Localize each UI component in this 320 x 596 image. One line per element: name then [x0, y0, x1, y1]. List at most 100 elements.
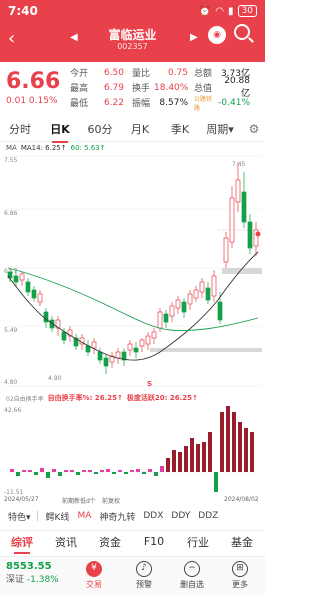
turnover-bar — [244, 428, 248, 472]
bell-icon: ♪ — [136, 561, 152, 577]
turnover-bar — [172, 450, 176, 472]
quote-grid: 今开 6.50 量比 0.75 总额 3.73亿 最高 6.79 换手 18.4… — [70, 65, 250, 112]
remove-watchlist-button[interactable]: − 删自选 — [172, 561, 212, 590]
battery-indicator: 30 — [237, 5, 257, 17]
tab-ddz[interactable]: DDZ — [198, 511, 218, 521]
candle-body — [97, 351, 103, 361]
turnover-bar — [52, 469, 56, 472]
quote-row: 最高 6.79 换手 18.40% 总值 20.88亿 — [70, 76, 250, 99]
turnover-bar — [154, 472, 158, 476]
period-tabs: 分时 日K 60分 月K 季K 周期▾ ⚙ — [0, 116, 265, 143]
turnover-bar — [22, 470, 26, 472]
sector-tag[interactable]: 公路铁路 — [194, 94, 216, 112]
candle-body — [157, 311, 163, 329]
candle-body — [31, 289, 37, 299]
turnover-bar — [148, 469, 152, 472]
trade-button[interactable]: ¥ 交易 — [74, 561, 114, 590]
candle-body — [217, 301, 223, 321]
y-tick-label: 7.55 — [4, 157, 18, 164]
section-tabs: 综评 资讯 资金 F10 行业 基金 — [0, 530, 265, 554]
tab-fund[interactable]: 基金 — [220, 534, 264, 550]
quote-label: 振幅 — [132, 99, 151, 109]
turnover-bar — [142, 472, 146, 474]
indicator-y-top: 42.66 — [4, 407, 21, 414]
candle-body — [235, 179, 241, 203]
turnover-bar — [112, 472, 116, 474]
tab-nine-turn[interactable]: 神奇九转 — [99, 510, 135, 523]
candle-body — [91, 341, 97, 349]
more-button[interactable]: ⊞ 更多 — [220, 561, 260, 590]
quote-panel: 6.66 0.01 0.15% 今开 6.50 量比 0.75 总额 3.73亿… — [0, 62, 265, 116]
tab-60min[interactable]: 60分 — [80, 121, 120, 137]
sector-change: -0.41% — [218, 97, 250, 108]
tab-f10[interactable]: F10 — [132, 535, 176, 548]
tab-news[interactable]: 资讯 — [44, 534, 88, 550]
index-ticker[interactable]: 8553.55 深证 -1.38% — [6, 561, 59, 585]
candle-body — [241, 191, 247, 223]
grid-icon: ⊞ — [232, 561, 248, 577]
candle-body — [13, 275, 19, 283]
candle-body — [19, 273, 25, 281]
y-tick-label: 5.49 — [4, 327, 18, 334]
tab-quarterly-k[interactable]: 季K — [160, 121, 200, 137]
next-stock-icon[interactable]: ▶ — [190, 32, 198, 43]
date-end: 2024/08/02 — [224, 496, 259, 503]
turnover-bar — [130, 470, 134, 472]
tab-ddy[interactable]: DDY — [171, 511, 190, 521]
trade-icon: ¥ — [86, 561, 102, 577]
candle-body — [145, 335, 151, 345]
header-bar: 7:40 ⏰ ◠ ▮ 30 ‹ ◀ 富临运业 002357 ▶ ◉ — [0, 0, 265, 62]
remove-watchlist-label: 删自选 — [180, 580, 204, 589]
tab-ddx[interactable]: DDX — [143, 511, 163, 521]
nav-bar: ‹ ◀ 富临运业 002357 ▶ ◉ — [0, 22, 265, 62]
tab-overview[interactable]: 综评 — [0, 534, 44, 554]
tab-special[interactable]: 特色▾ — [8, 510, 31, 523]
tab-intraday[interactable]: 分时 — [0, 121, 40, 137]
candle-body — [139, 339, 145, 347]
turnover-bar — [184, 446, 188, 472]
turnover-bar — [190, 438, 194, 472]
turnover-bar — [196, 444, 200, 472]
draw-tool-icon[interactable]: ⚙ — [243, 122, 265, 136]
turnover-bar — [160, 466, 164, 472]
turnover-bars — [10, 406, 254, 492]
quote-value: 8.57% — [159, 97, 188, 108]
quote-label: 最高 — [70, 84, 89, 94]
candle-body — [247, 221, 253, 249]
quote-value: 0.75 — [167, 67, 188, 78]
search-icon[interactable] — [234, 24, 250, 40]
ai-assistant-icon[interactable]: ◉ — [208, 26, 226, 44]
tab-industry[interactable]: 行业 — [176, 534, 220, 550]
ma-label[interactable]: MA — [6, 144, 17, 152]
turnover-bar — [166, 458, 170, 472]
candle-body — [175, 299, 181, 309]
alert-button[interactable]: ♪ 预警 — [124, 561, 164, 590]
status-bar: 7:40 ⏰ ◠ ▮ 30 — [0, 0, 265, 22]
tab-period-dropdown[interactable]: 周期▾ — [200, 121, 240, 137]
turnover-bar — [178, 452, 182, 472]
tab-monthly-k[interactable]: 月K — [120, 121, 160, 137]
tab-ma[interactable]: MA — [77, 511, 91, 521]
candlestick-chart[interactable]: 7.55 6.86 6.17 5.49 4.80 7.45 4.90 S — [0, 152, 265, 392]
turnover-bar — [250, 432, 254, 472]
turnover-bar — [58, 472, 62, 476]
last-price-dot — [255, 231, 261, 237]
high-label: 7.45 — [232, 161, 246, 168]
turnover-bar — [136, 469, 140, 472]
tab-daily-k[interactable]: 日K — [40, 121, 80, 143]
candle-body — [193, 289, 199, 299]
signal-icon: ▮ — [228, 5, 234, 17]
candle-body — [211, 275, 217, 297]
candle-body — [37, 293, 43, 303]
divider — [36, 511, 38, 521]
turnover-bar — [226, 406, 230, 472]
turnover-bar — [76, 472, 80, 475]
quote-label: 总值 — [194, 84, 213, 94]
tab-kline[interactable]: 鳄K线 — [46, 510, 70, 523]
candle-body — [187, 293, 193, 305]
date-axis: 2024/05/27 前期新低d个 前复权 2024/08/02 — [0, 496, 265, 505]
turnover-bar — [124, 472, 128, 474]
turnover-chart[interactable]: 42.66 -11.51 — [0, 402, 265, 502]
quote-value: 6.50 — [103, 67, 124, 78]
tab-funds[interactable]: 资金 — [88, 534, 132, 550]
